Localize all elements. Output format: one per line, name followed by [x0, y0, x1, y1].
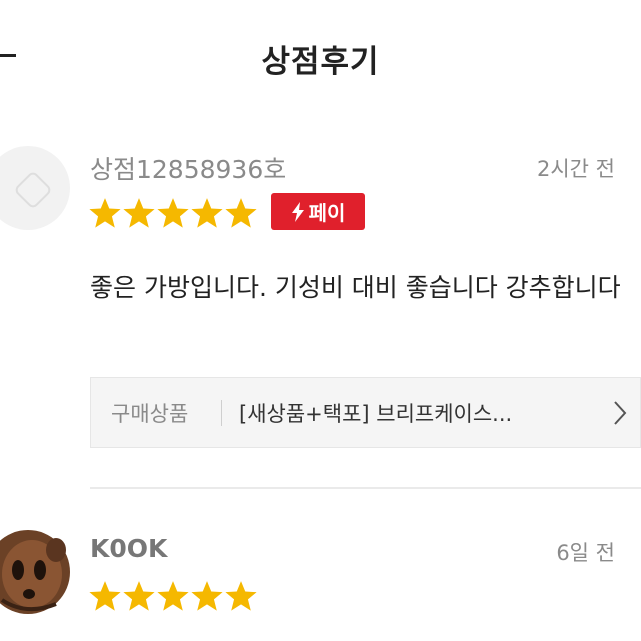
review-time: 2시간 전 — [537, 157, 615, 181]
reviewer-name[interactable]: K0OK — [90, 534, 167, 563]
chevron-right-icon — [614, 401, 627, 425]
avatar[interactable] — [0, 146, 70, 230]
pay-badge-label: 페이 — [308, 201, 346, 225]
star-icon — [191, 581, 223, 611]
profile-photo — [0, 538, 66, 612]
reviewer-name[interactable]: 상점12858936호 — [90, 150, 286, 186]
product-label: 구매상품 — [111, 402, 189, 426]
star-icon — [225, 198, 257, 228]
star-icon — [123, 198, 155, 228]
divider — [221, 400, 222, 426]
header: 상점후기 — [0, 0, 641, 120]
star-icon — [157, 581, 189, 611]
star-icon — [89, 581, 121, 611]
divider — [90, 487, 641, 489]
review-time: 6일 전 — [556, 541, 615, 565]
purchased-product-link[interactable]: 구매상품 [새상품+택포] 브리프케이스... — [90, 377, 641, 448]
star-rating — [88, 196, 258, 234]
page-title: 상점후기 — [261, 44, 380, 80]
star-rating — [88, 579, 258, 617]
product-name: [새상품+택포] 브리프케이스... — [239, 402, 513, 426]
star-icon — [123, 581, 155, 611]
review-text: 좋은 가방입니다. 기성비 대비 좋습니다 강추합니다 — [90, 273, 621, 302]
avatar[interactable] — [0, 530, 70, 614]
star-icon — [191, 198, 223, 228]
default-avatar-icon — [13, 170, 53, 210]
star-icon — [89, 198, 121, 228]
lightning-icon — [291, 201, 304, 222]
star-icon — [225, 581, 257, 611]
pay-badge: 페이 — [271, 193, 365, 230]
star-icon — [157, 198, 189, 228]
